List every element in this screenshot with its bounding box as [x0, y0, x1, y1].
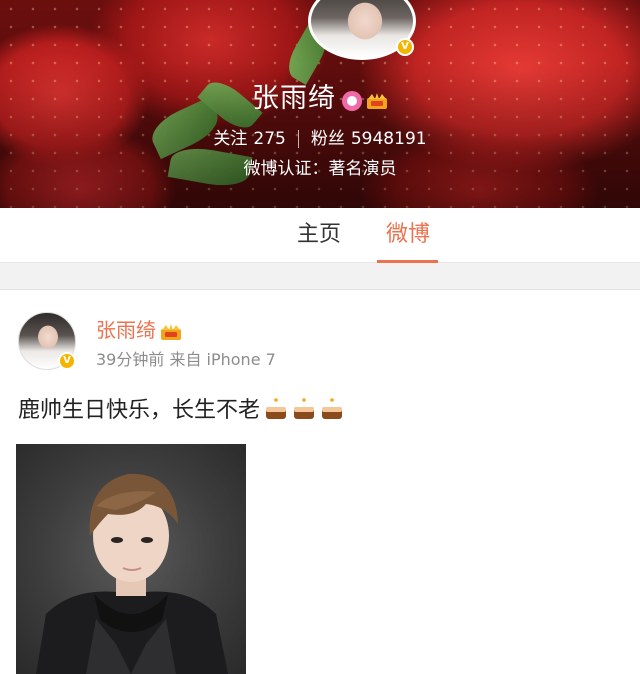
- weibo-post: V 张雨绮 39分钟前 来自 iPhone 7 鹿帅生日快乐，长生不老: [0, 290, 640, 674]
- post-author-name[interactable]: 张雨绮: [96, 318, 156, 342]
- profile-banner: V 张雨绮 关注 275 粉丝 5948191 微博认证：著名演员: [0, 0, 640, 208]
- post-photo[interactable]: [16, 444, 246, 674]
- verification-text: 微博认证：著名演员: [243, 159, 397, 179]
- profile-tabs: 主页 微博: [0, 208, 640, 263]
- member-icon[interactable]: [342, 90, 362, 111]
- tab-weibo[interactable]: 微博: [378, 208, 438, 263]
- followers-count: 5948191: [350, 129, 427, 149]
- profile-name-row: 张雨绮: [0, 76, 640, 115]
- cake-icon: [294, 398, 315, 419]
- crown-icon[interactable]: [160, 323, 182, 341]
- tab-home[interactable]: 主页: [280, 208, 358, 263]
- crown-icon[interactable]: [366, 92, 388, 110]
- followers-label: 粉丝: [310, 129, 345, 149]
- followers-stat[interactable]: 粉丝 5948191: [311, 129, 427, 149]
- portrait-illustration: [36, 473, 228, 674]
- following-stat[interactable]: 关注 275: [213, 129, 285, 149]
- verified-badge-icon: V: [58, 352, 76, 370]
- post-author-row: 张雨绮: [96, 314, 182, 343]
- profile-name[interactable]: 张雨绮: [252, 83, 336, 114]
- stats-divider: [297, 130, 299, 148]
- section-divider: [0, 263, 640, 290]
- post-text: 鹿帅生日快乐，长生不老: [18, 398, 261, 423]
- cake-icon: [266, 398, 287, 419]
- post-meta: 39分钟前 来自 iPhone 7: [96, 350, 276, 369]
- post-text-row: 鹿帅生日快乐，长生不老: [18, 392, 344, 424]
- profile-stats: 关注 275 粉丝 5948191: [0, 124, 640, 149]
- profile-name-icons: [342, 84, 388, 115]
- following-label: 关注: [213, 129, 248, 149]
- verified-badge-icon: V: [396, 38, 414, 56]
- following-count: 275: [253, 129, 286, 149]
- cake-icon: [322, 398, 343, 419]
